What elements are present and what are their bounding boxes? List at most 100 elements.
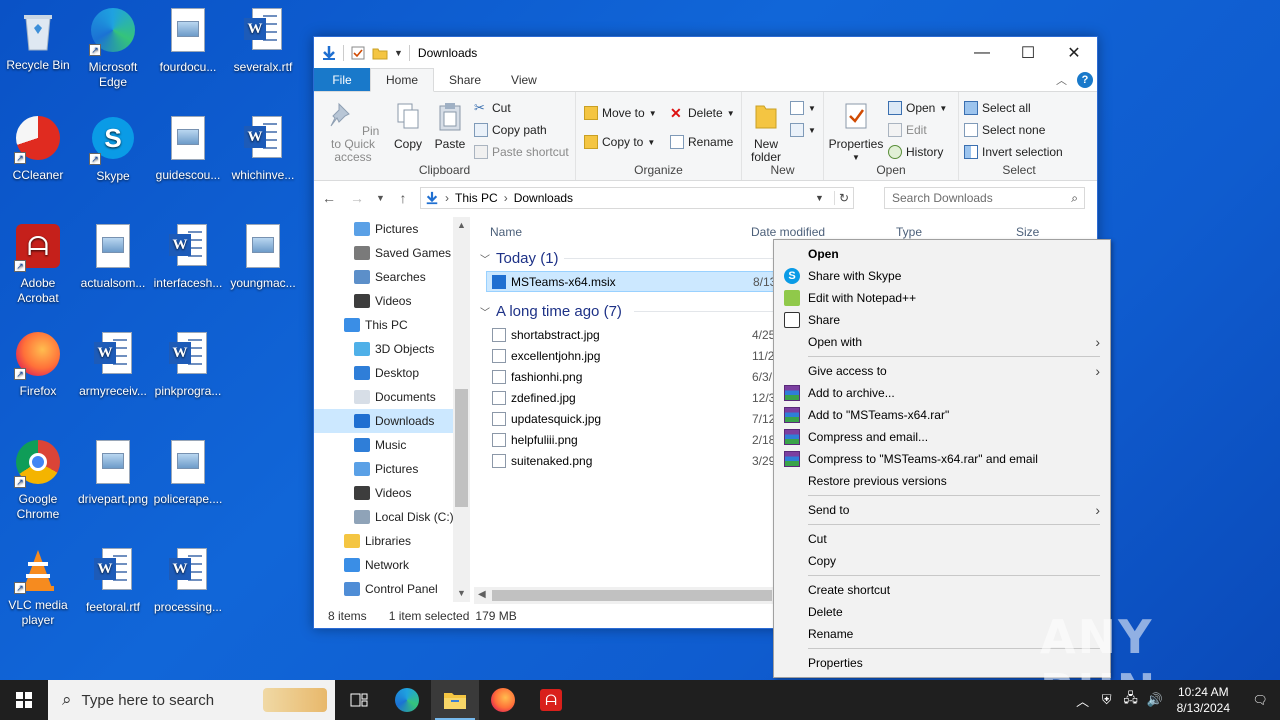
invert-selection-button[interactable]: Invert selection xyxy=(964,145,1063,159)
scroll-up-icon[interactable]: ▲ xyxy=(453,217,470,234)
nav-item-control-panel[interactable]: Control Panel xyxy=(314,577,470,601)
history-button[interactable]: History xyxy=(888,145,943,159)
properties-quick-icon[interactable] xyxy=(350,45,366,61)
select-none-button[interactable]: Select none xyxy=(964,123,1045,137)
tab-view[interactable]: View xyxy=(496,68,552,91)
close-button[interactable]: ✕ xyxy=(1051,37,1097,68)
menu-item-share-with-skype[interactable]: S Share with Skype xyxy=(774,265,1110,287)
minimize-button[interactable]: — xyxy=(959,37,1005,68)
address-input[interactable]: › This PC › Downloads ▼ ↻ xyxy=(420,187,854,209)
scroll-thumb[interactable] xyxy=(455,389,468,507)
menu-item-share[interactable]: Share xyxy=(774,309,1110,331)
pin-quick-access-button[interactable]: Pin to Quick access xyxy=(320,100,386,164)
nav-item-documents[interactable]: Documents xyxy=(314,385,470,409)
menu-item-add-to-msteams-x64-rar[interactable]: Add to "MSTeams-x64.rar" xyxy=(774,404,1110,426)
paste-shortcut-button[interactable]: Paste shortcut xyxy=(474,145,569,159)
menu-item-create-shortcut[interactable]: Create shortcut xyxy=(774,579,1110,601)
delete-button[interactable]: ✕ Delete ▼ xyxy=(670,106,735,120)
menu-item-compress-and-email[interactable]: Compress and email... xyxy=(774,426,1110,448)
nav-item-searches[interactable]: Searches xyxy=(314,265,470,289)
move-to-button[interactable]: Move to ▼ xyxy=(584,106,657,120)
taskbar-edge[interactable] xyxy=(383,680,431,720)
nav-item-pictures[interactable]: Pictures xyxy=(314,217,470,241)
menu-item-open-with[interactable]: Open with › xyxy=(774,331,1110,353)
nav-item-pc[interactable]: This PC xyxy=(314,313,470,337)
maximize-button[interactable]: ☐ xyxy=(1005,37,1051,68)
desktop-icon-word[interactable]: Wprocessing... xyxy=(150,546,226,615)
quick-access-dropdown-icon[interactable]: ▼ xyxy=(394,48,403,58)
select-all-button[interactable]: Select all xyxy=(964,101,1031,115)
desktop-icon-word[interactable]: Wseveralx.rtf xyxy=(225,6,301,75)
nav-scrollbar[interactable]: ▲ ▼ xyxy=(453,217,470,602)
new-folder-quick-icon[interactable] xyxy=(372,45,388,61)
desktop-icon-image-doc[interactable]: guidescou... xyxy=(150,114,226,183)
nav-item-3d[interactable]: 3D Objects xyxy=(314,337,470,361)
security-icon[interactable]: ⛨ xyxy=(1095,692,1119,708)
open-button[interactable]: Open ▼ xyxy=(888,101,947,115)
nav-item-downloads[interactable]: Downloads xyxy=(314,409,470,433)
menu-item-give-access-to[interactable]: Give access to › xyxy=(774,360,1110,382)
nav-item-network[interactable]: Network xyxy=(314,553,470,577)
nav-item-games[interactable]: Saved Games xyxy=(314,241,470,265)
desktop-icon-image-doc[interactable]: youngmac... xyxy=(225,222,301,291)
start-button[interactable] xyxy=(0,680,48,720)
desktop-icon-edge[interactable]: ↗ Microsoft Edge xyxy=(75,6,151,90)
nav-item-videos[interactable]: Videos xyxy=(314,481,470,505)
desktop-icon-chrome[interactable]: ↗ Google Chrome xyxy=(0,438,76,522)
desktop-icon-vlc[interactable]: ↗ VLC media player xyxy=(0,546,76,628)
search-input[interactable]: Search Downloads ⌕ xyxy=(884,187,1085,209)
rename-button[interactable]: Rename xyxy=(670,135,733,149)
desktop-icon-image-doc[interactable]: actualsom... xyxy=(75,222,151,291)
nav-item-videos[interactable]: Videos xyxy=(314,289,470,313)
help-icon[interactable]: ? xyxy=(1077,71,1093,88)
menu-item-add-to-archive[interactable]: Add to archive... xyxy=(774,382,1110,404)
notification-icon[interactable]: 🗨 xyxy=(1240,693,1280,707)
scroll-left-icon[interactable]: ◀ xyxy=(478,589,486,600)
show-hidden-icons-chevron-icon[interactable]: ︿ xyxy=(1071,691,1095,710)
desktop-icon-skype[interactable]: S ↗ Skype xyxy=(75,114,151,184)
address-dropdown-icon[interactable]: ▼ xyxy=(815,193,828,203)
column-type[interactable]: Type xyxy=(896,225,922,239)
new-folder-button[interactable]: New folder xyxy=(748,100,784,164)
menu-item-restore-previous-versions[interactable]: Restore previous versions xyxy=(774,470,1110,492)
desktop-icon-word[interactable]: Wfeetoral.rtf xyxy=(75,546,151,615)
nav-item-music[interactable]: Music xyxy=(314,433,470,457)
back-arrow-icon[interactable]: ← xyxy=(320,190,338,206)
tab-share[interactable]: Share xyxy=(434,68,496,91)
copy-button[interactable]: Copy xyxy=(390,100,426,151)
taskbar-search-input[interactable]: ⌕ Type here to search xyxy=(48,680,335,720)
menu-item-send-to[interactable]: Send to › xyxy=(774,499,1110,521)
nav-item-desktop[interactable]: Desktop xyxy=(314,361,470,385)
volume-icon[interactable]: 🔊 xyxy=(1143,692,1167,708)
menu-item-edit-with-notepad[interactable]: Edit with Notepad++ xyxy=(774,287,1110,309)
tab-home[interactable]: Home xyxy=(370,68,435,92)
nav-item-libraries[interactable]: Libraries xyxy=(314,529,470,553)
desktop-icon-recycle-bin[interactable]: Recycle Bin xyxy=(0,6,76,73)
horizontal-scroll-thumb[interactable] xyxy=(492,590,772,601)
desktop-icon-word[interactable]: Warmyreceiv... xyxy=(75,330,151,399)
desktop-icon-word[interactable]: Wpinkprogra... xyxy=(150,330,226,399)
desktop-icon-image-doc[interactable]: fourdocu... xyxy=(150,6,226,75)
collapse-ribbon-icon[interactable]: ︿ xyxy=(1056,72,1067,88)
desktop-icon-acrobat[interactable]: ᗩ ↗ Adobe Acrobat xyxy=(0,222,76,306)
copy-to-button[interactable]: Copy to ▼ xyxy=(584,135,655,149)
scroll-down-icon[interactable]: ▼ xyxy=(453,585,470,602)
column-date-modified[interactable]: Date modified xyxy=(751,225,825,239)
cut-button[interactable]: ✂ Cut xyxy=(474,101,511,116)
desktop-icon-word[interactable]: Wwhichinve... xyxy=(225,114,301,183)
menu-item-compress-to-msteams-x64-rar-and-email[interactable]: Compress to "MSTeams-x64.rar" and email xyxy=(774,448,1110,470)
column-size[interactable]: Size xyxy=(1016,225,1039,239)
recent-locations-icon[interactable]: ▼ xyxy=(376,193,385,203)
desktop-icon-ccleaner[interactable]: ↗ CCleaner xyxy=(0,114,76,183)
taskbar-acrobat[interactable]: ᗩ xyxy=(527,680,575,720)
breadcrumb-downloads[interactable]: Downloads xyxy=(514,191,573,205)
horizontal-scrollbar[interactable]: ◀ xyxy=(474,587,774,604)
properties-button[interactable]: Properties ▼ xyxy=(828,100,884,164)
menu-item-open[interactable]: Open xyxy=(774,243,1110,265)
desktop-icon-word[interactable]: Winterfacesh... xyxy=(150,222,226,291)
menu-item-cut[interactable]: Cut xyxy=(774,528,1110,550)
forward-arrow-icon[interactable]: → xyxy=(348,190,366,206)
nav-item-disk[interactable]: Local Disk (C:) xyxy=(314,505,470,529)
file-row[interactable]: MSTeams-x64.msix 8/13 xyxy=(486,271,776,292)
edit-button[interactable]: Edit xyxy=(888,123,927,137)
